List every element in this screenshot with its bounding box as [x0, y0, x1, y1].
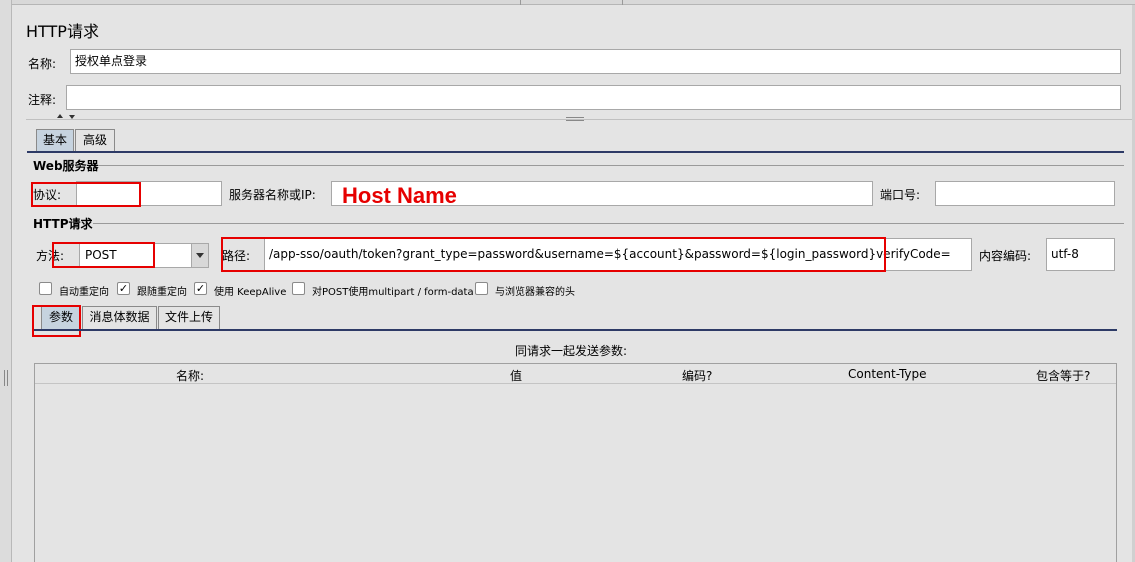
top-strip: [12, 0, 1135, 5]
auto-redirect-checkbox[interactable]: [39, 282, 52, 295]
params-caption: 同请求一起发送参数:: [515, 344, 628, 358]
encoding-input[interactable]: utf-8: [1046, 238, 1115, 271]
multipart-checkbox[interactable]: [292, 282, 305, 295]
browser-headers-label: 与浏览器兼容的头: [495, 287, 575, 298]
host-name-annotation: Host Name: [342, 183, 457, 208]
comment-input[interactable]: [66, 85, 1121, 110]
server-label: 服务器名称或IP:: [229, 188, 316, 202]
tab-basic[interactable]: 基本: [36, 129, 74, 151]
dropdown-arrow-icon[interactable]: [191, 244, 208, 267]
protocol-highlight-box: [31, 182, 141, 207]
tab-advanced[interactable]: 高级: [75, 129, 115, 151]
parameters-tab-highlight-box: [32, 305, 81, 337]
top-strip-divider-2: [622, 0, 623, 5]
column-header-name[interactable]: 名称:: [176, 367, 204, 384]
panel-title: HTTP请求: [26, 22, 99, 41]
left-divider[interactable]: [0, 0, 12, 562]
tab-file-upload[interactable]: 文件上传: [158, 306, 220, 329]
method-highlight-box: [52, 242, 155, 268]
path-highlight-box: [221, 237, 886, 272]
name-input[interactable]: 授权单点登录: [70, 49, 1121, 74]
tab-body-data[interactable]: 消息体数据: [82, 306, 157, 329]
splitter-grip-icon: [4, 370, 8, 386]
name-label: 名称:: [28, 57, 57, 71]
body-tab-rule: [34, 329, 1117, 331]
comment-label: 注释:: [28, 93, 57, 107]
follow-redirect-label: 跟随重定向: [137, 287, 187, 298]
web-server-divider: [98, 165, 1124, 166]
column-header-content-type[interactable]: Content-Type: [848, 367, 927, 381]
column-header-include-equals[interactable]: 包含等于?: [1036, 367, 1090, 384]
top-strip-divider-1: [520, 0, 521, 5]
multipart-label: 对POST使用multipart / form-data: [312, 287, 474, 298]
port-label: 端口号:: [880, 188, 921, 202]
http-request-divider: [93, 223, 1124, 224]
tab-rule: [27, 151, 1124, 153]
params-table[interactable]: 名称: 值 编码? Content-Type 包含等于?: [34, 363, 1117, 562]
encoding-label: 内容编码:: [979, 249, 1032, 263]
http-request-section-title: HTTP请求: [33, 217, 93, 231]
keepalive-label: 使用 KeepAlive: [214, 287, 287, 298]
auto-redirect-label: 自动重定向: [59, 287, 109, 298]
column-header-encode[interactable]: 编码?: [682, 367, 712, 384]
collapse-up-icon[interactable]: [57, 114, 63, 118]
web-server-section-title: Web服务器: [33, 159, 99, 173]
column-header-value[interactable]: 值: [510, 367, 522, 384]
browser-headers-checkbox[interactable]: [475, 282, 488, 295]
splitter-handle[interactable]: [566, 117, 584, 121]
keepalive-checkbox[interactable]: ✓: [194, 282, 207, 295]
port-input[interactable]: [935, 181, 1115, 206]
follow-redirect-checkbox[interactable]: ✓: [117, 282, 130, 295]
